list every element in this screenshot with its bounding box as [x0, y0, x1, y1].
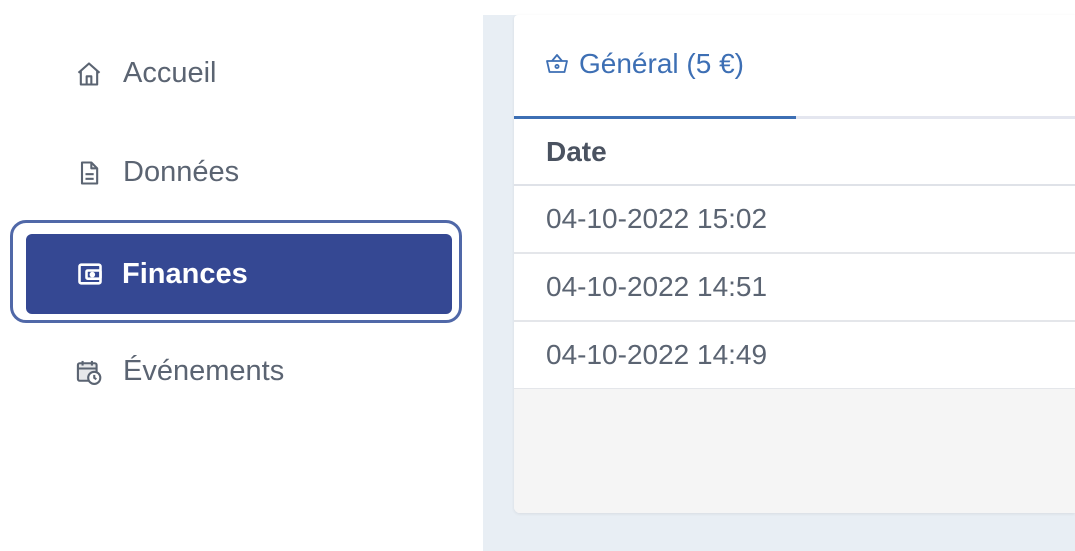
table-row[interactable]: 04-10-2022 14:49 [514, 322, 1075, 390]
table-cell-date: 04-10-2022 14:51 [546, 271, 768, 302]
home-icon [75, 60, 103, 88]
table-header-date[interactable]: Date [514, 119, 1075, 186]
sidebar-item-label: Finances [122, 257, 248, 290]
document-icon [75, 159, 103, 187]
tab-general[interactable]: Général (5 €) [514, 15, 796, 119]
table-cell-date: 04-10-2022 14:49 [546, 339, 768, 370]
tab-label: Général (5 €) [579, 48, 744, 79]
sidebar-item-label: Événements [123, 355, 285, 387]
sidebar-item-evenements[interactable]: Événements [75, 355, 284, 388]
tab-bar: Général (5 €) [514, 15, 1075, 119]
table-row[interactable]: 04-10-2022 15:02 [514, 186, 1075, 254]
column-header-label: Date [546, 135, 607, 167]
finances-card: Général (5 €) Date 04-10-2022 15:02 04-1… [514, 15, 1075, 513]
card-footer-area [514, 389, 1075, 513]
wallet-icon [76, 260, 104, 288]
sidebar-item-label: Accueil [123, 57, 217, 89]
calendar-clock-icon [75, 358, 103, 386]
table-cell-date: 04-10-2022 15:02 [546, 203, 768, 234]
basket-icon [545, 52, 569, 76]
sidebar: Accueil Données Finances Événements [0, 0, 483, 551]
sidebar-item-label: Données [123, 156, 240, 188]
sidebar-item-finances[interactable]: Finances [26, 234, 452, 314]
sidebar-item-accueil[interactable]: Accueil [75, 57, 217, 90]
sidebar-item-donnees[interactable]: Données [75, 156, 239, 189]
table-row[interactable]: 04-10-2022 14:51 [514, 254, 1075, 322]
